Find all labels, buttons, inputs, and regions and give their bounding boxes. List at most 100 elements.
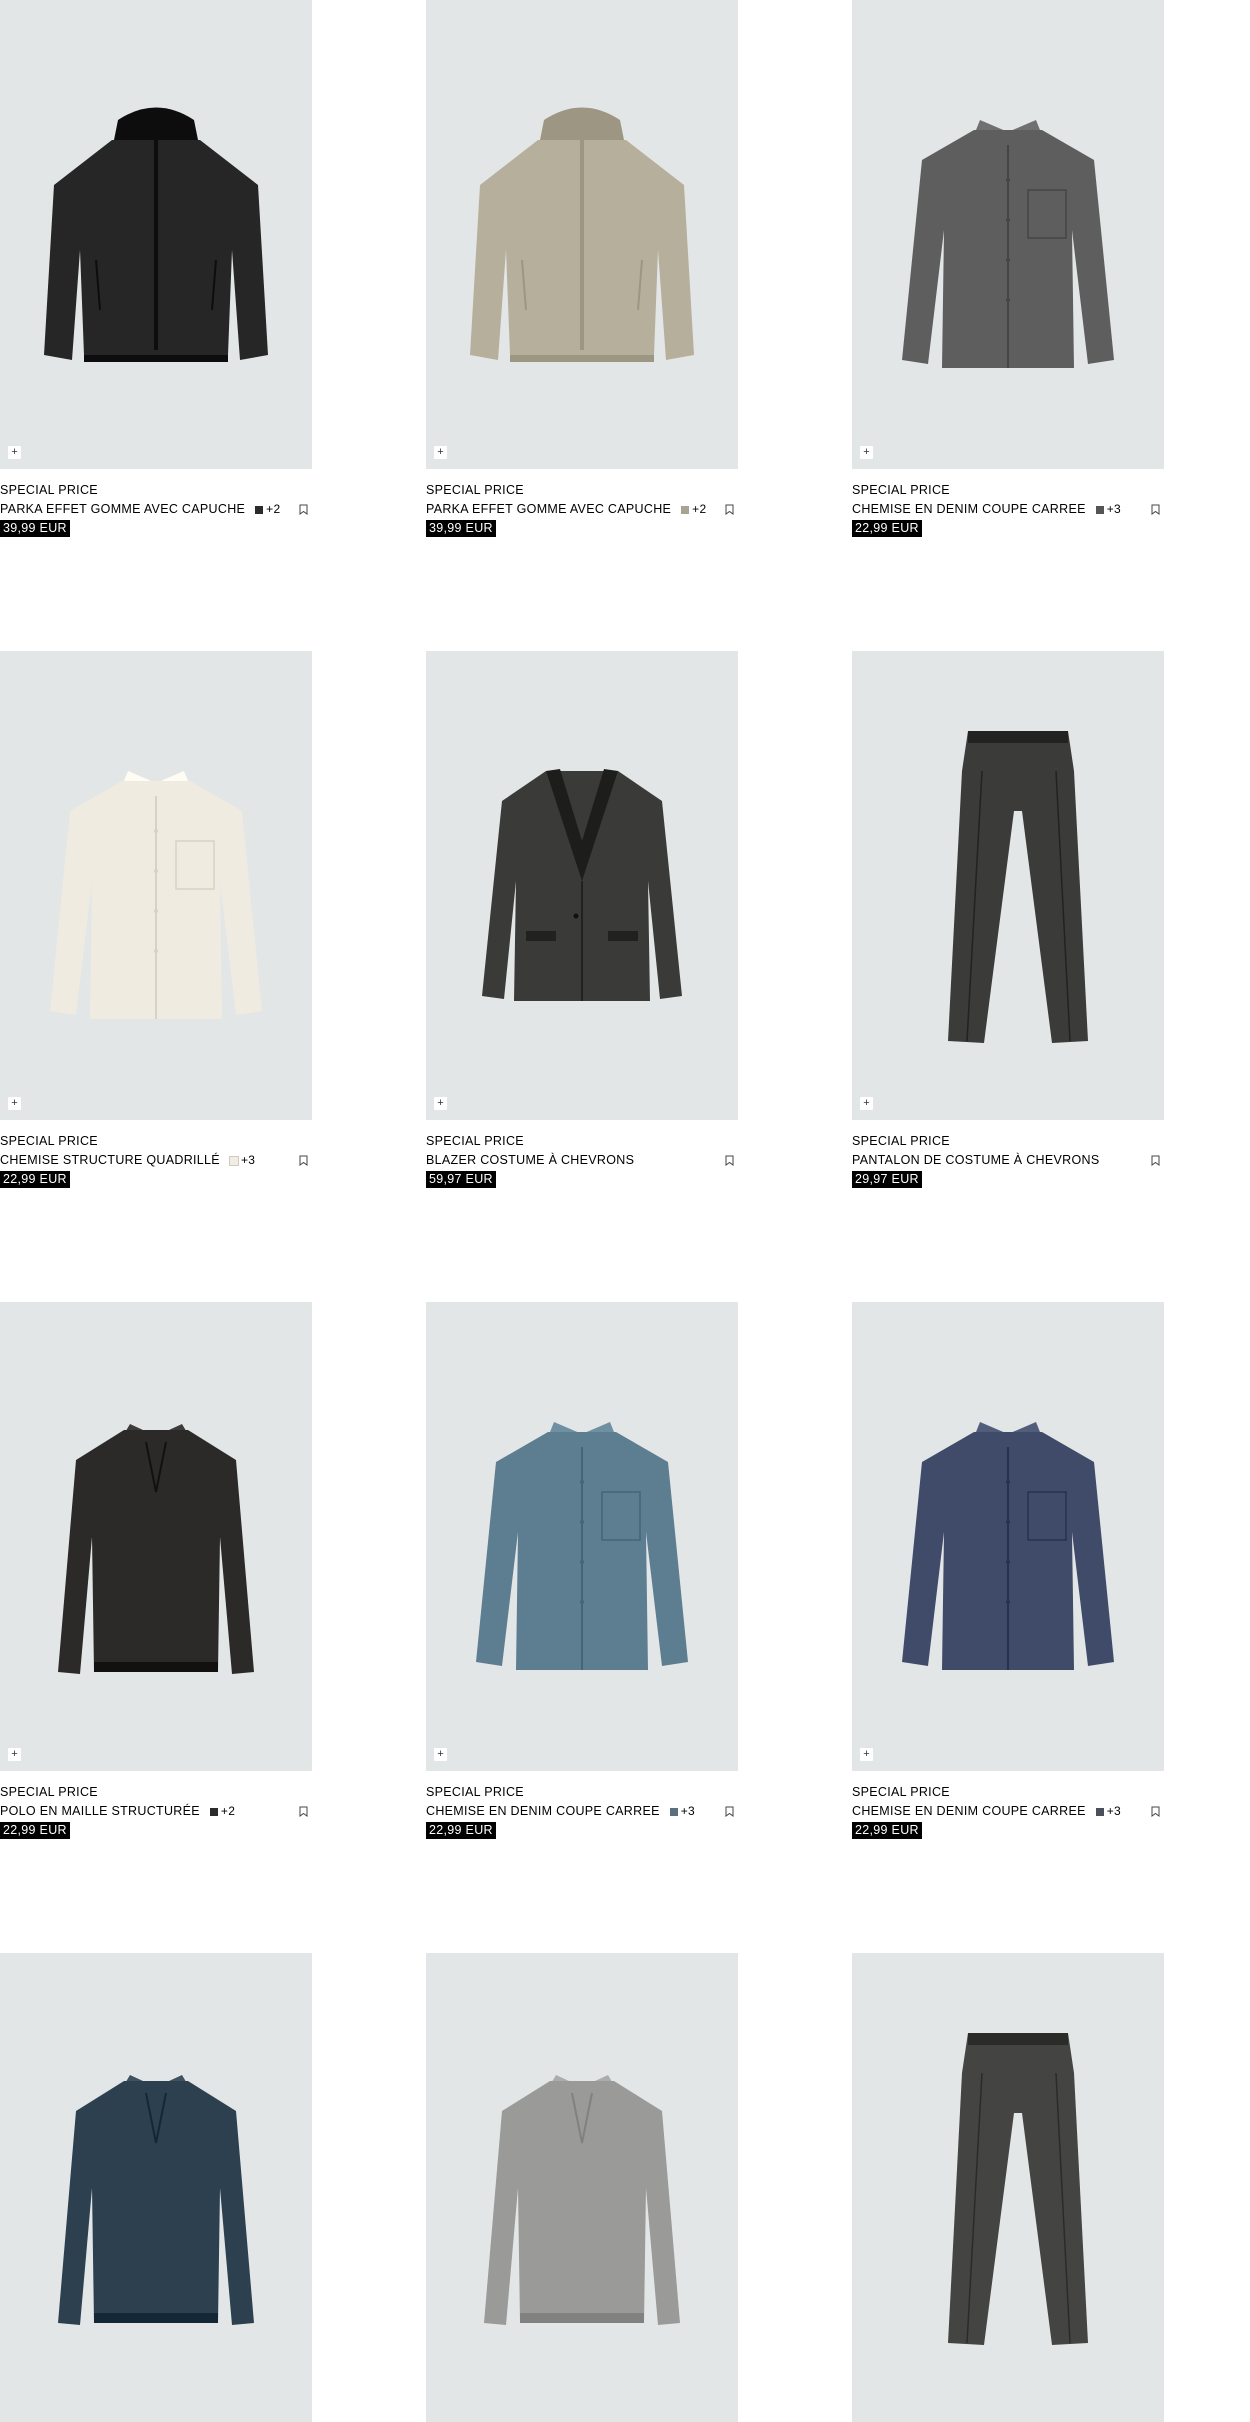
- special-price-label: SPECIAL PRICE: [426, 483, 524, 497]
- product-image[interactable]: +: [0, 0, 312, 469]
- special-price-label: SPECIAL PRICE: [0, 1785, 98, 1799]
- bookmark-icon[interactable]: [299, 1806, 308, 1817]
- bookmark-icon[interactable]: [1151, 1155, 1160, 1166]
- color-swatch[interactable]: [681, 505, 690, 514]
- plus-icon[interactable]: +: [860, 1097, 873, 1110]
- special-price-label: SPECIAL PRICE: [0, 1134, 98, 1148]
- product-info: SPECIAL PRICE CHEMISE STRUCTURE QUADRILLÉ…: [0, 1120, 312, 1189]
- product-name-row: PARKA EFFET GOMME AVEC CAPUCHE +2: [426, 500, 738, 519]
- plus-icon[interactable]: +: [8, 1097, 21, 1110]
- product-image[interactable]: +: [426, 0, 738, 469]
- product-card[interactable]: + SPECIAL PRICE PARKA EFFET GOMME AVEC CAP…: [0, 0, 312, 538]
- product-card[interactable]: + SPECIAL PRICE PARKA EFFET GOMME AVEC CAP…: [426, 0, 738, 538]
- more-colors-count: +3: [680, 1804, 696, 1818]
- color-swatch[interactable]: [669, 1807, 678, 1816]
- plus-icon[interactable]: +: [8, 1748, 21, 1761]
- product-name-row: PARKA EFFET GOMME AVEC CAPUCHE +2: [0, 500, 312, 519]
- color-swatch[interactable]: [228, 1155, 239, 1166]
- bookmark-icon[interactable]: [1151, 504, 1160, 515]
- product-grid: + SPECIAL PRICE PARKA EFFET GOMME AVEC CAP…: [0, 0, 1250, 2422]
- product-image[interactable]: +: [0, 1302, 312, 1771]
- product-name[interactable]: BLAZER COSTUME À CHEVRONS: [426, 1151, 634, 1170]
- product-image[interactable]: [0, 1953, 312, 2422]
- product-card[interactable]: + SPECIAL PRICE CHEMISE EN DENIM COUPE CAR…: [426, 1302, 738, 1840]
- plus-icon[interactable]: +: [860, 1748, 873, 1761]
- product-image[interactable]: +: [0, 651, 312, 1120]
- product-card[interactable]: + SPECIAL PRICE CHEMISE STRUCTURE QUADRILL…: [0, 651, 312, 1189]
- product-card[interactable]: + SPECIAL PRICE POLO EN MAILLE STRUCTURÉE +…: [0, 1302, 312, 1840]
- price-tag: 59,97 EUR: [426, 1171, 496, 1188]
- product-name-row: CHEMISE EN DENIM COUPE CARREE +3: [426, 1802, 738, 1821]
- product-card[interactable]: + SPECIAL PRICE BLAZER COSTUME À CHEVRONS 5…: [426, 651, 738, 1189]
- product-name[interactable]: CHEMISE EN DENIM COUPE CARREE: [852, 1802, 1086, 1821]
- special-price-label: SPECIAL PRICE: [426, 1134, 524, 1148]
- product-name[interactable]: PARKA EFFET GOMME AVEC CAPUCHE: [426, 500, 671, 519]
- price-tag: 22,99 EUR: [852, 1822, 922, 1839]
- product-image[interactable]: +: [852, 651, 1164, 1120]
- shirt-photo: [902, 1422, 1114, 1670]
- plus-icon[interactable]: +: [434, 1748, 447, 1761]
- product-name-row: CHEMISE EN DENIM COUPE CARREE +3: [852, 1802, 1164, 1821]
- bookmark-icon[interactable]: [725, 1155, 734, 1166]
- plus-icon[interactable]: +: [434, 446, 447, 459]
- special-price-label: SPECIAL PRICE: [0, 483, 98, 497]
- more-colors-count: +2: [220, 1804, 236, 1818]
- product-image[interactable]: [852, 1953, 1164, 2422]
- price-tag: 22,99 EUR: [0, 1822, 70, 1839]
- special-price-label: SPECIAL PRICE: [852, 1785, 950, 1799]
- bookmark-icon[interactable]: [1151, 1806, 1160, 1817]
- blazer-photo: [482, 769, 682, 1001]
- product-name[interactable]: CHEMISE STRUCTURE QUADRILLÉ: [0, 1151, 220, 1170]
- product-image[interactable]: +: [852, 1302, 1164, 1771]
- plus-icon[interactable]: +: [8, 446, 21, 459]
- product-info: SPECIAL PRICE PANTALON DE COSTUME À CHEVR…: [852, 1120, 1164, 1189]
- product-card[interactable]: + SPECIAL PRICE PANTALON DE COSTUME À CHEV…: [852, 651, 1164, 1189]
- product-name[interactable]: POLO EN MAILLE STRUCTURÉE: [0, 1802, 200, 1821]
- shirt-photo: [902, 120, 1114, 368]
- trousers-photo: [948, 2033, 1088, 2345]
- product-image[interactable]: +: [852, 0, 1164, 469]
- parka-photo: [44, 107, 268, 362]
- color-swatch[interactable]: [209, 1807, 218, 1816]
- special-price-label: SPECIAL PRICE: [426, 1785, 524, 1799]
- product-card[interactable]: [426, 1953, 738, 2422]
- color-swatch[interactable]: [255, 505, 264, 514]
- product-name-row: PANTALON DE COSTUME À CHEVRONS: [852, 1151, 1164, 1170]
- product-info: SPECIAL PRICE POLO EN MAILLE STRUCTURÉE +2…: [0, 1771, 312, 1840]
- bookmark-icon[interactable]: [299, 504, 308, 515]
- more-colors-count: +2: [692, 502, 707, 516]
- product-name[interactable]: PARKA EFFET GOMME AVEC CAPUCHE: [0, 500, 245, 519]
- bookmark-icon[interactable]: [725, 504, 734, 515]
- color-swatch[interactable]: [1095, 505, 1104, 514]
- product-card[interactable]: + SPECIAL PRICE CHEMISE EN DENIM COUPE CAR…: [852, 0, 1164, 538]
- product-name-row: CHEMISE EN DENIM COUPE CARREE +3: [852, 500, 1164, 519]
- plus-icon[interactable]: +: [434, 1097, 447, 1110]
- shirt-photo: [50, 771, 262, 1019]
- parka-photo: [470, 107, 694, 362]
- price-tag: 39,99 EUR: [0, 520, 70, 537]
- price-tag: 22,99 EUR: [0, 1171, 70, 1188]
- special-price-label: SPECIAL PRICE: [852, 483, 950, 497]
- color-swatch[interactable]: [1095, 1807, 1104, 1816]
- price-tag: 22,99 EUR: [426, 1822, 496, 1839]
- bookmark-icon[interactable]: [725, 1806, 734, 1817]
- product-name[interactable]: CHEMISE EN DENIM COUPE CARREE: [426, 1802, 660, 1821]
- product-image[interactable]: +: [426, 651, 738, 1120]
- product-name[interactable]: CHEMISE EN DENIM COUPE CARREE: [852, 500, 1086, 519]
- more-colors-count: +3: [240, 1153, 256, 1167]
- product-info: SPECIAL PRICE BLAZER COSTUME À CHEVRONS 59…: [426, 1120, 738, 1189]
- product-info: SPECIAL PRICE PARKA EFFET GOMME AVEC CAPU…: [426, 469, 738, 538]
- plus-icon[interactable]: +: [860, 446, 873, 459]
- product-card[interactable]: [852, 1953, 1164, 2422]
- product-name-row: CHEMISE STRUCTURE QUADRILLÉ +3: [0, 1151, 312, 1170]
- polo-photo: [58, 1424, 254, 1674]
- product-name[interactable]: PANTALON DE COSTUME À CHEVRONS: [852, 1151, 1099, 1170]
- bookmark-icon[interactable]: [299, 1155, 308, 1166]
- more-colors-count: +3: [1106, 1804, 1122, 1818]
- product-image[interactable]: +: [426, 1302, 738, 1771]
- polo-photo: [484, 2075, 680, 2325]
- product-card[interactable]: + SPECIAL PRICE CHEMISE EN DENIM COUPE CAR…: [852, 1302, 1164, 1840]
- product-card[interactable]: [0, 1953, 312, 2422]
- product-image[interactable]: [426, 1953, 738, 2422]
- price-tag: 29,97 EUR: [852, 1171, 922, 1188]
